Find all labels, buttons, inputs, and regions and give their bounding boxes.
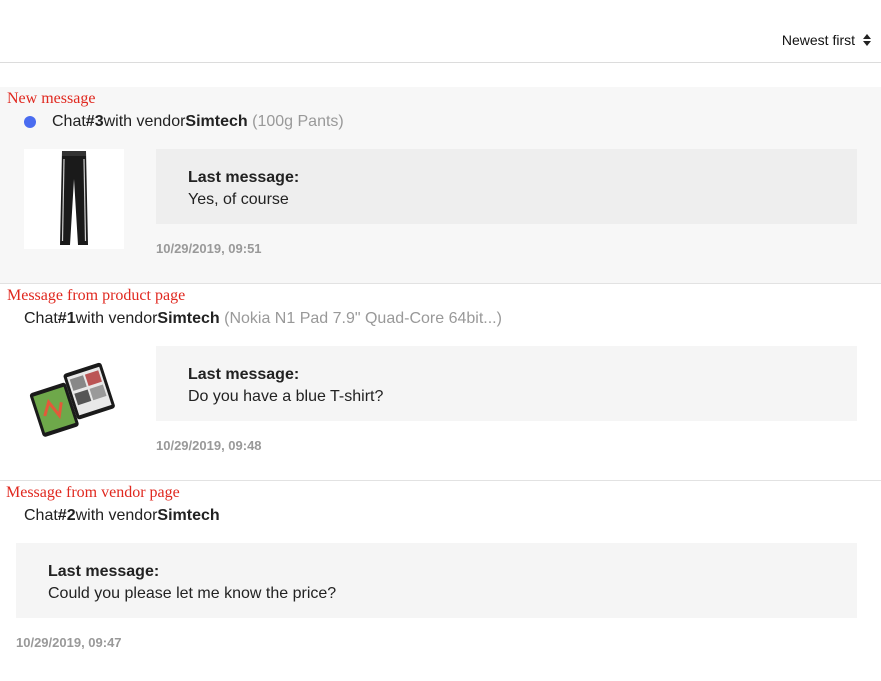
annotation-label: New message <box>7 90 96 107</box>
last-message-text: Do you have a blue T-shirt? <box>188 388 384 405</box>
product-name: (Nokia N1 Pad 7.9" Quad-Core 64bit...) <box>224 310 502 327</box>
sort-arrows-icon <box>863 34 871 46</box>
header-divider <box>0 62 881 63</box>
sort-dropdown[interactable]: Newest first <box>782 32 871 48</box>
annotation-label: Message from product page <box>7 287 186 304</box>
chat-item[interactable]: Message from vendor page Chat #2 with ve… <box>0 481 881 671</box>
tablet-icon <box>29 362 115 437</box>
sort-label: Newest first <box>781 32 855 48</box>
last-message-text: Could you please let me know the price? <box>48 585 337 602</box>
vendor-name: Simtech <box>157 507 220 524</box>
chat-item[interactable]: New message Chat #3 with vendor Simtech … <box>0 87 881 283</box>
last-message-box: Last message: Could you please let me kn… <box>16 543 857 618</box>
chat-title[interactable]: Chat #3 with vendor Simtech (100g Pants) <box>24 113 344 131</box>
message-timestamp: 10/29/2019, 09:51 <box>156 241 262 256</box>
chat-title[interactable]: Chat #1 with vendor Simtech (Nokia N1 Pa… <box>24 310 502 328</box>
product-name: (100g Pants) <box>252 113 344 130</box>
message-timestamp: 10/29/2019, 09:48 <box>156 438 262 453</box>
chat-item[interactable]: Message from product page Chat #1 with v… <box>0 284 881 480</box>
product-thumbnail[interactable] <box>24 346 124 446</box>
last-message-label: Last message: <box>188 366 300 383</box>
pants-icon <box>60 151 88 245</box>
vendor-name: Simtech <box>185 113 248 130</box>
last-message-box: Last message: Yes, of course <box>156 149 857 224</box>
last-message-box: Last message: Do you have a blue T-shirt… <box>156 346 857 421</box>
vendor-name: Simtech <box>157 310 220 327</box>
unread-indicator <box>24 116 36 128</box>
last-message-text: Yes, of course <box>188 191 289 208</box>
last-message-label: Last message: <box>188 169 300 186</box>
product-thumbnail[interactable] <box>24 149 124 249</box>
chat-title[interactable]: Chat #2 with vendor Simtech <box>24 507 220 525</box>
last-message-label: Last message: <box>48 563 160 580</box>
annotation-label: Message from vendor page <box>6 484 180 501</box>
message-timestamp: 10/29/2019, 09:47 <box>16 635 122 650</box>
